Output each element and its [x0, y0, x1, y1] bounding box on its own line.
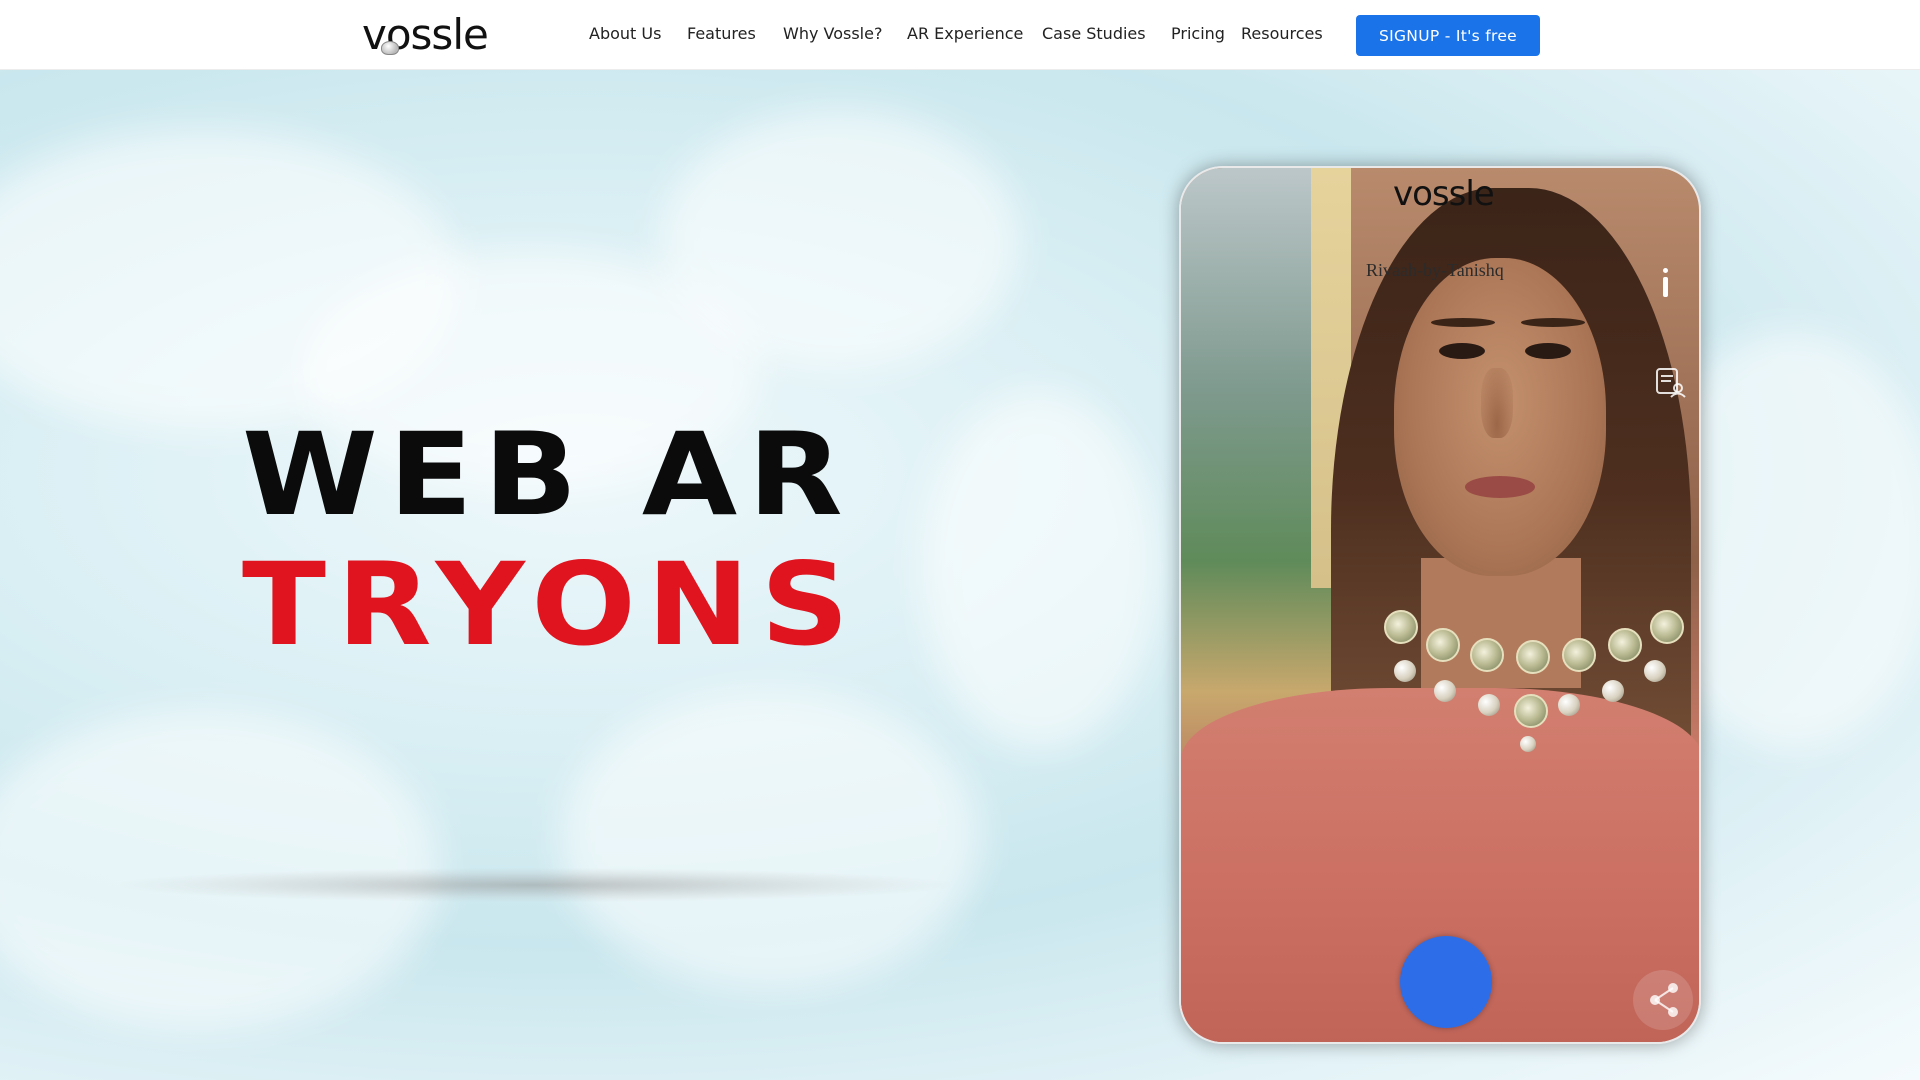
share-button[interactable]: [1633, 970, 1693, 1030]
hero-title-line1: WEB AR: [242, 408, 854, 541]
model-eyebrow: [1431, 318, 1495, 327]
necklace-stone: [1514, 694, 1548, 728]
capture-button[interactable]: [1400, 936, 1492, 1028]
necklace-pearl: [1520, 736, 1536, 752]
info-icon[interactable]: [1660, 268, 1670, 300]
model-eye: [1525, 343, 1571, 359]
nav-about-us[interactable]: About Us: [589, 24, 661, 43]
nav-pricing[interactable]: Pricing: [1171, 24, 1225, 43]
necklace-stone: [1650, 610, 1684, 644]
necklace-stone: [1516, 640, 1550, 674]
profile-list-icon[interactable]: [1654, 366, 1688, 400]
nav-ar-experience[interactable]: AR Experience: [907, 24, 1023, 43]
top-navbar: vossle About Us Features Why Vossle? AR …: [0, 0, 1920, 70]
nav-why-vossle[interactable]: Why Vossle?: [783, 24, 882, 43]
necklace-stone: [1608, 628, 1642, 662]
necklace-stone: [1470, 638, 1504, 672]
model-eye: [1439, 343, 1485, 359]
model-eyebrow: [1521, 318, 1585, 327]
phone-ar-preview: vossle Rivaah-by-Tanishq: [1179, 166, 1701, 1044]
model-nose: [1481, 368, 1513, 438]
necklace-pearl: [1558, 694, 1580, 716]
cloud-decoration: [660, 110, 1020, 370]
model-lips: [1465, 476, 1535, 498]
title-shadow: [120, 868, 950, 902]
hero-title-line2: TRYONS: [242, 538, 861, 671]
nav-resources[interactable]: Resources: [1241, 24, 1323, 43]
necklace-stone: [1426, 628, 1460, 662]
product-caption: Rivaah-by-Tanishq: [1366, 260, 1504, 280]
main-nav: About Us Features Why Vossle? AR Experie…: [0, 0, 1920, 70]
necklace-stone: [1562, 638, 1596, 672]
cloud-decoration: [560, 690, 980, 990]
necklace-stone: [1384, 610, 1418, 644]
necklace-pearl: [1478, 694, 1500, 716]
necklace-pearl: [1602, 680, 1624, 702]
phone-vossle-logo: vossle: [1393, 174, 1495, 214]
necklace-pearl: [1434, 680, 1456, 702]
nav-case-studies[interactable]: Case Studies: [1042, 24, 1146, 43]
share-icon: [1650, 983, 1678, 1017]
necklace-pearl: [1394, 660, 1416, 682]
hero-title: WEB AR TRYONS: [242, 418, 849, 662]
cloud-decoration: [920, 390, 1160, 750]
signup-button[interactable]: SIGNUP - It's free: [1356, 15, 1540, 56]
ar-necklace: [1374, 598, 1699, 758]
nav-features[interactable]: Features: [687, 24, 756, 43]
necklace-pearl: [1644, 660, 1666, 682]
